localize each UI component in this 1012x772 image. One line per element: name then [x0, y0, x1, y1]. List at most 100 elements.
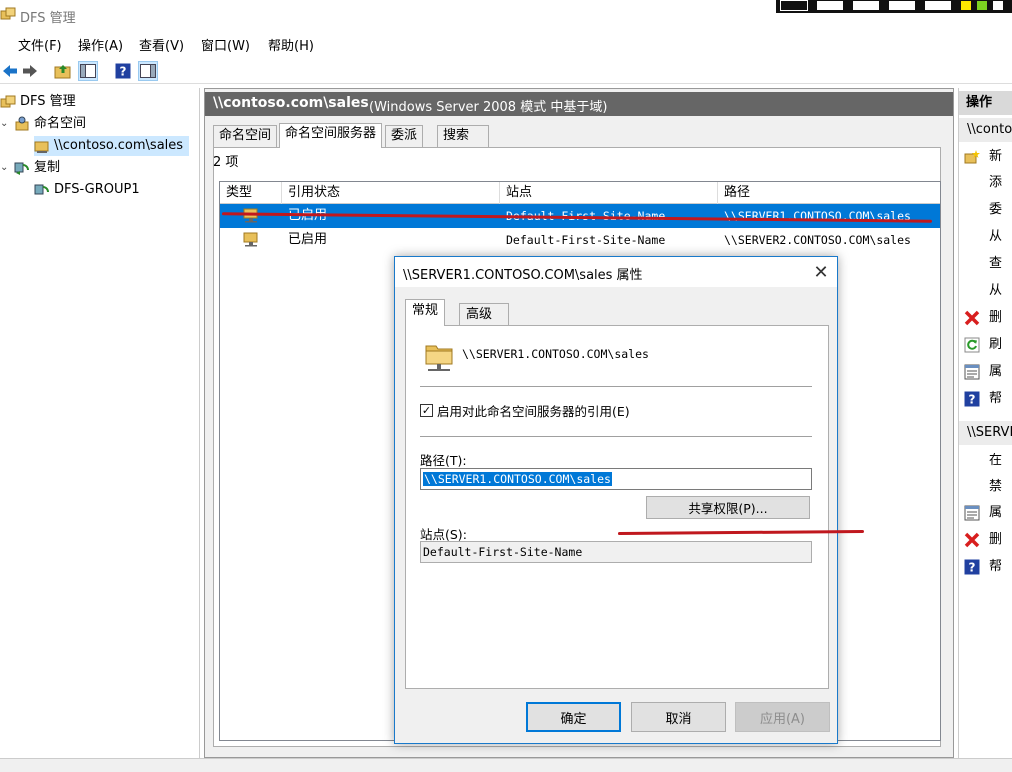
tab-delegation[interactable]: 委派	[385, 125, 424, 147]
help-icon: ?	[963, 558, 981, 576]
cancel-button[interactable]: 取消	[631, 702, 726, 732]
action-delete[interactable]: 删	[963, 307, 1002, 329]
actions-pane: 操作 \\contoso.com\sales 新 添 委 从 查 从 删 刷 属…	[958, 88, 1012, 758]
column-site[interactable]: 站点	[500, 182, 718, 204]
dfs-app-icon	[0, 7, 16, 20]
action-server-properties[interactable]: 属	[963, 502, 1002, 524]
action-label: 刷	[989, 337, 1003, 352]
column-type[interactable]: 类型	[220, 182, 282, 204]
server-folder-icon	[242, 230, 260, 257]
action-view[interactable]: 查	[963, 253, 1002, 275]
pen-tool-icon[interactable]	[780, 0, 808, 11]
delete-icon	[963, 531, 981, 549]
action-server-delete[interactable]: 删	[963, 529, 1002, 551]
action-enable[interactable]: 在	[963, 450, 1002, 472]
row-path: \\SERVER2.CONTOSO.COM\sales	[724, 233, 911, 247]
table-row[interactable]: 已启用 Default-First-Site-Name \\SERVER2.CO…	[220, 228, 940, 252]
share-permissions-button[interactable]: 共享权限(P)...	[646, 496, 810, 519]
action-label: 删	[989, 310, 1003, 325]
action-from[interactable]: 从	[963, 226, 1002, 248]
column-path[interactable]: 路径	[718, 182, 940, 204]
pen-tool-icon[interactable]	[816, 0, 844, 11]
replication-group-icon	[34, 184, 49, 195]
details-title: \\contoso.com\sales	[213, 95, 369, 111]
properties-icon	[963, 504, 981, 522]
actions-section-server[interactable]: \\SERVER1.CONTOSO.COM\sales	[959, 421, 1012, 445]
actions-section-namespace[interactable]: \\contoso.com\sales	[959, 118, 1012, 142]
yellow-pen-icon[interactable]	[960, 0, 972, 11]
tree-node-label: 命名空间	[34, 116, 87, 131]
ok-button[interactable]: 确定	[526, 702, 621, 732]
white-pen-icon[interactable]	[992, 0, 1004, 11]
details-subtitle: (Windows Server 2008 模式 中基于域)	[369, 100, 608, 115]
tree-node-label: DFS 管理	[20, 94, 76, 109]
back-arrow-icon[interactable]	[0, 61, 20, 81]
dialog-tab-advanced[interactable]: 高级	[459, 303, 509, 325]
action-server-help[interactable]: ? 帮	[963, 556, 1002, 578]
row-status: 已启用	[288, 232, 328, 247]
separator	[420, 436, 812, 438]
tab-namespace[interactable]: 命名空间	[213, 125, 278, 147]
action-label: 查	[989, 256, 1003, 271]
tree-node-dfs-root[interactable]: DFS 管理	[0, 92, 76, 112]
help-icon[interactable]: ?	[113, 61, 133, 81]
marker-tool-icon[interactable]	[852, 0, 880, 11]
enable-referral-checkbox[interactable]: ✓ 启用对此命名空间服务器的引用(E)	[420, 401, 630, 420]
action-new[interactable]: 新	[963, 146, 1002, 168]
action-delegate[interactable]: 委	[963, 199, 1002, 221]
dfs-management-window: DFS 管理 文件(F) 操作(A) 查看(V) 窗口(W) 帮助(H) ? D…	[0, 0, 1012, 772]
site-field: Default-First-Site-Name	[420, 541, 812, 563]
column-status[interactable]: 引用状态	[282, 182, 500, 204]
eraser-tool-icon[interactable]	[888, 0, 916, 11]
forward-arrow-icon[interactable]	[20, 61, 40, 81]
path-label: 路径(T):	[420, 453, 467, 468]
menu-file[interactable]: 文件(F)	[18, 35, 62, 54]
svg-text:?: ?	[120, 65, 127, 79]
replication-icon	[14, 162, 29, 175]
navigation-tree: DFS 管理 ⌄ 命名空间 \\contoso.com\sales ⌄ 复制 D…	[0, 88, 200, 758]
action-add[interactable]: 添	[963, 172, 1002, 194]
window-title: DFS 管理	[20, 11, 76, 26]
action-from-2[interactable]: 从	[963, 280, 1002, 302]
action-help[interactable]: ? 帮	[963, 388, 1002, 410]
show-action-pane-icon[interactable]	[138, 61, 158, 81]
menu-action[interactable]: 操作(A)	[78, 35, 123, 54]
path-field[interactable]: \\SERVER1.CONTOSO.COM\sales	[420, 468, 812, 490]
dialog-title-bar: \\SERVER1.CONTOSO.COM\sales 属性 ✕	[395, 257, 837, 287]
separator	[420, 386, 812, 388]
action-label: 新	[989, 149, 1003, 164]
action-label: 委	[989, 202, 1003, 217]
checkbox-checked-icon[interactable]: ✓	[420, 404, 433, 417]
action-label: 帮	[989, 391, 1003, 406]
action-refresh[interactable]: 刷	[963, 334, 1002, 356]
action-label: 添	[989, 175, 1003, 190]
details-header: \\contoso.com\sales (Windows Server 2008…	[205, 92, 953, 116]
dialog-title: \\SERVER1.CONTOSO.COM\sales 属性	[403, 268, 643, 283]
tree-node-namespaces[interactable]: ⌄ 命名空间	[0, 114, 86, 134]
up-folder-icon[interactable]	[53, 61, 73, 81]
properties-dialog: \\SERVER1.CONTOSO.COM\sales 属性 ✕ \\SERVE…	[394, 256, 838, 744]
properties-icon	[963, 363, 981, 381]
menu-view[interactable]: 查看(V)	[139, 35, 184, 54]
tree-node-namespace-sales[interactable]: \\contoso.com\sales	[34, 136, 190, 156]
action-disable[interactable]: 禁	[963, 476, 1002, 498]
action-properties[interactable]: 属	[963, 361, 1002, 383]
apply-button: 应用(A)	[735, 702, 830, 732]
tab-search[interactable]: 搜索	[437, 125, 489, 147]
green-pen-icon[interactable]	[976, 0, 988, 11]
menu-window[interactable]: 窗口(W)	[201, 35, 250, 54]
namespace-icon	[15, 116, 29, 131]
menu-help[interactable]: 帮助(H)	[268, 35, 314, 54]
actions-header: 操作	[959, 91, 1012, 115]
ink-tool-icon[interactable]	[924, 0, 952, 11]
svg-text:?: ?	[969, 561, 976, 575]
chevron-down-icon[interactable]: ⌄	[0, 158, 14, 178]
action-label: 属	[989, 505, 1003, 520]
dialog-tab-general[interactable]: 常规	[405, 299, 446, 326]
close-icon[interactable]: ✕	[807, 259, 835, 285]
tab-namespace-servers[interactable]: 命名空间服务器	[279, 123, 383, 148]
chevron-down-icon[interactable]: ⌄	[0, 114, 14, 134]
tree-node-dfs-group1[interactable]: DFS-GROUP1	[34, 180, 140, 200]
tree-node-replication[interactable]: ⌄ 复制	[0, 158, 60, 178]
show-hide-tree-icon[interactable]	[78, 61, 98, 81]
